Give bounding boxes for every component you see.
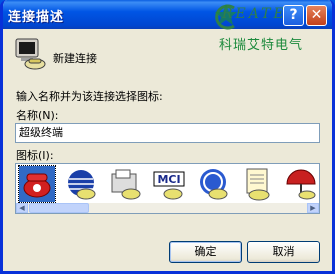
help-button[interactable]: ? — [283, 5, 304, 26]
scroll-thumb[interactable] — [29, 203, 89, 213]
icon-scrollbar[interactable]: ◀ ▶ — [16, 203, 319, 213]
fax-phone-icon[interactable] — [107, 166, 143, 202]
name-input[interactable]: 超级终端 — [15, 123, 320, 143]
cancel-button[interactable]: 取消 — [247, 241, 320, 263]
ok-button[interactable]: 确定 — [169, 241, 242, 263]
instruction-text: 输入名称并为该连接选择图标: — [16, 90, 163, 103]
mci-label: MCI — [157, 173, 180, 186]
logo-company-name: 科瑞艾特电气 — [219, 38, 304, 53]
mci-icon[interactable]: MCI — [151, 166, 187, 202]
icon-list[interactable]: MCI ◀ ▶ — [15, 163, 320, 214]
connection-description-dialog: 连接描述 REATE ? ✕ 科瑞艾特电气 新建连接 输入名称并为该连接选择图标… — [0, 0, 335, 274]
connection-heading: 新建连接 — [53, 52, 97, 65]
new-connection-icon — [15, 38, 46, 70]
logo-letters: REATE — [222, 6, 287, 22]
title-bar[interactable]: 连接描述 REATE ? ✕ — [3, 0, 332, 30]
scroll-left-arrow[interactable]: ◀ — [16, 203, 28, 213]
name-label: 名称(N): — [16, 109, 59, 122]
close-button[interactable]: ✕ — [306, 5, 327, 26]
window-title: 连接描述 — [8, 10, 65, 25]
red-phone-icon[interactable] — [18, 165, 56, 203]
ge-phone-icon[interactable] — [195, 166, 231, 202]
scroll-right-arrow[interactable]: ▶ — [307, 203, 319, 213]
globe-phone-icon[interactable] — [63, 166, 99, 202]
umbrella-phone-icon[interactable] — [283, 166, 319, 202]
notepad-phone-icon[interactable] — [239, 166, 275, 202]
icon-label: 图标(I): — [16, 149, 54, 162]
